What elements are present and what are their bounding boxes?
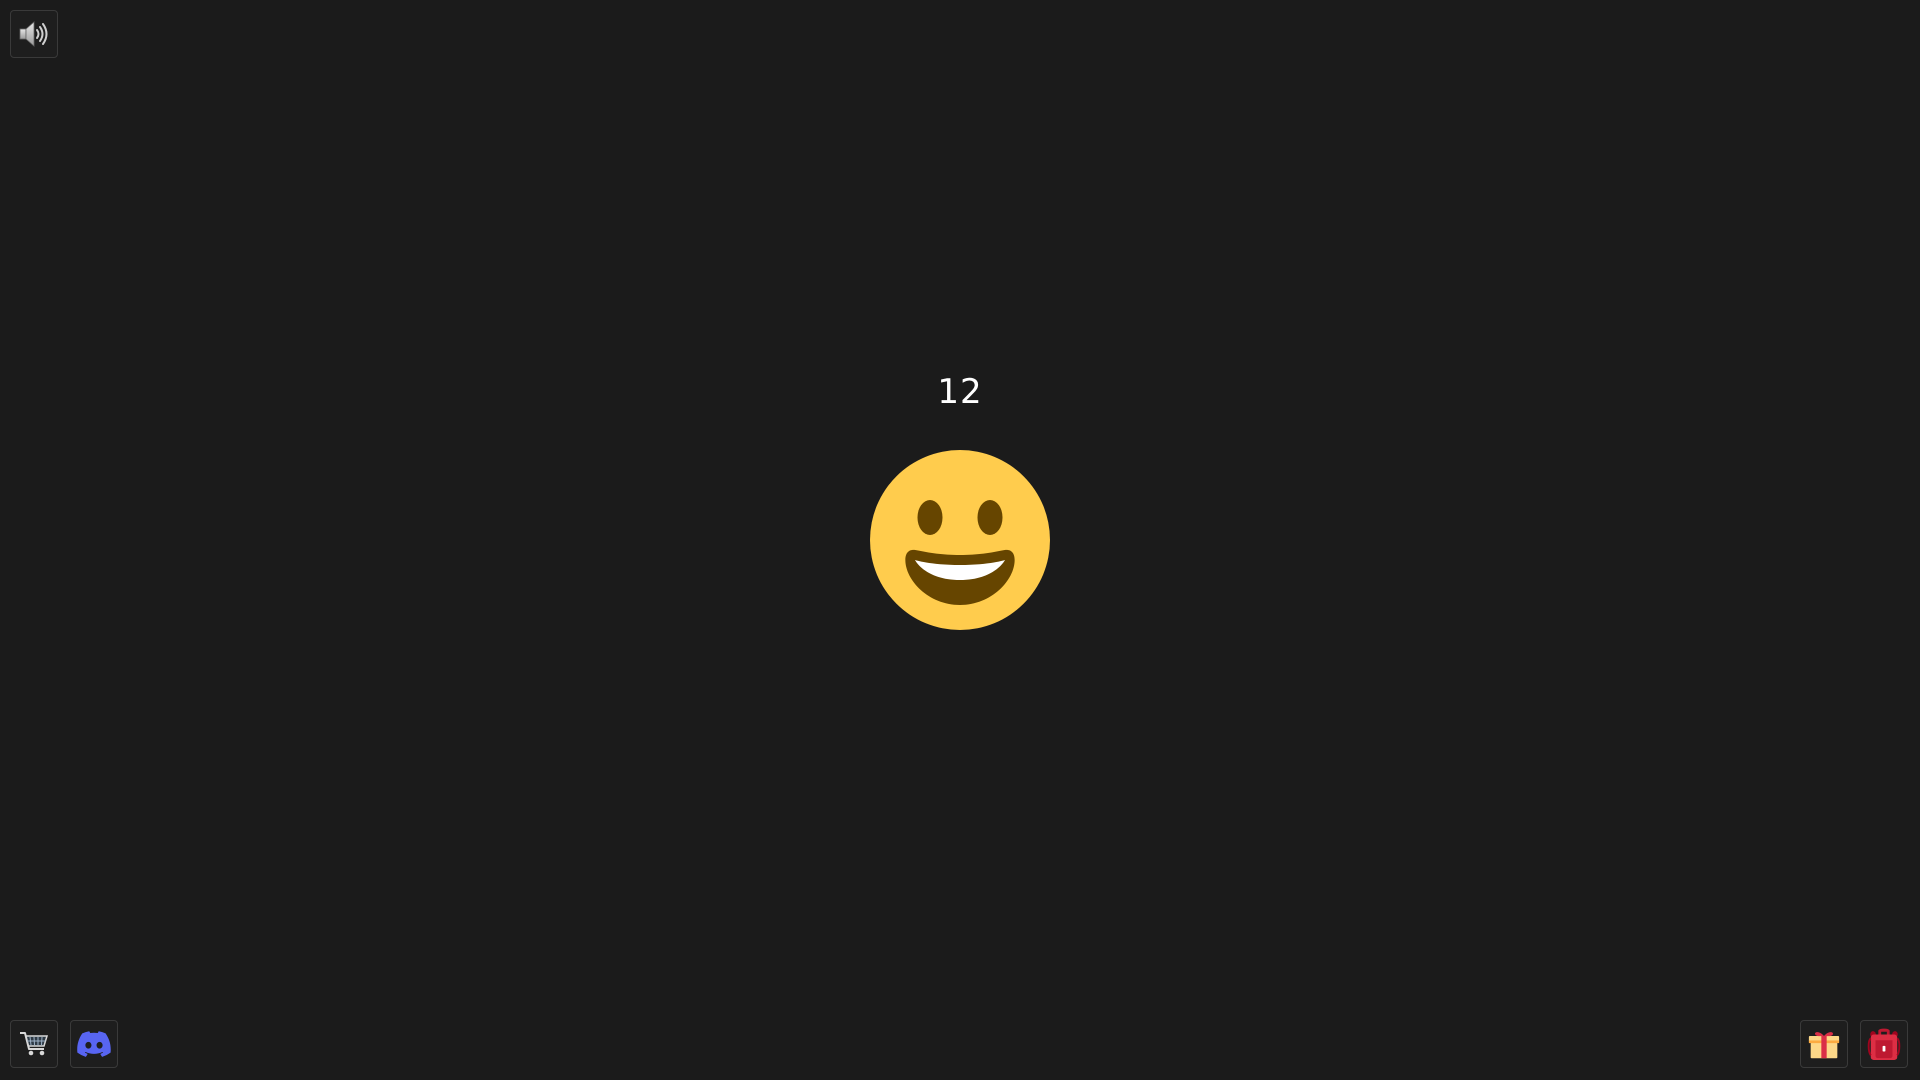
backpack-button[interactable] (1860, 1020, 1908, 1068)
game-stage: 12 (0, 0, 1920, 1080)
discord-icon (77, 1031, 111, 1057)
shopping-cart-icon (18, 1028, 50, 1060)
speaker-volume-icon (17, 17, 51, 51)
gift-button[interactable] (1800, 1020, 1848, 1068)
sound-toggle-button[interactable] (10, 10, 58, 58)
grinning-face-icon (870, 450, 1050, 630)
click-counter: 12 (937, 372, 983, 412)
grinning-face-emoji[interactable] (870, 450, 1050, 630)
discord-button[interactable] (70, 1020, 118, 1068)
shop-button[interactable] (10, 1020, 58, 1068)
gift-icon (1808, 1028, 1840, 1060)
backpack-icon (1867, 1027, 1901, 1061)
